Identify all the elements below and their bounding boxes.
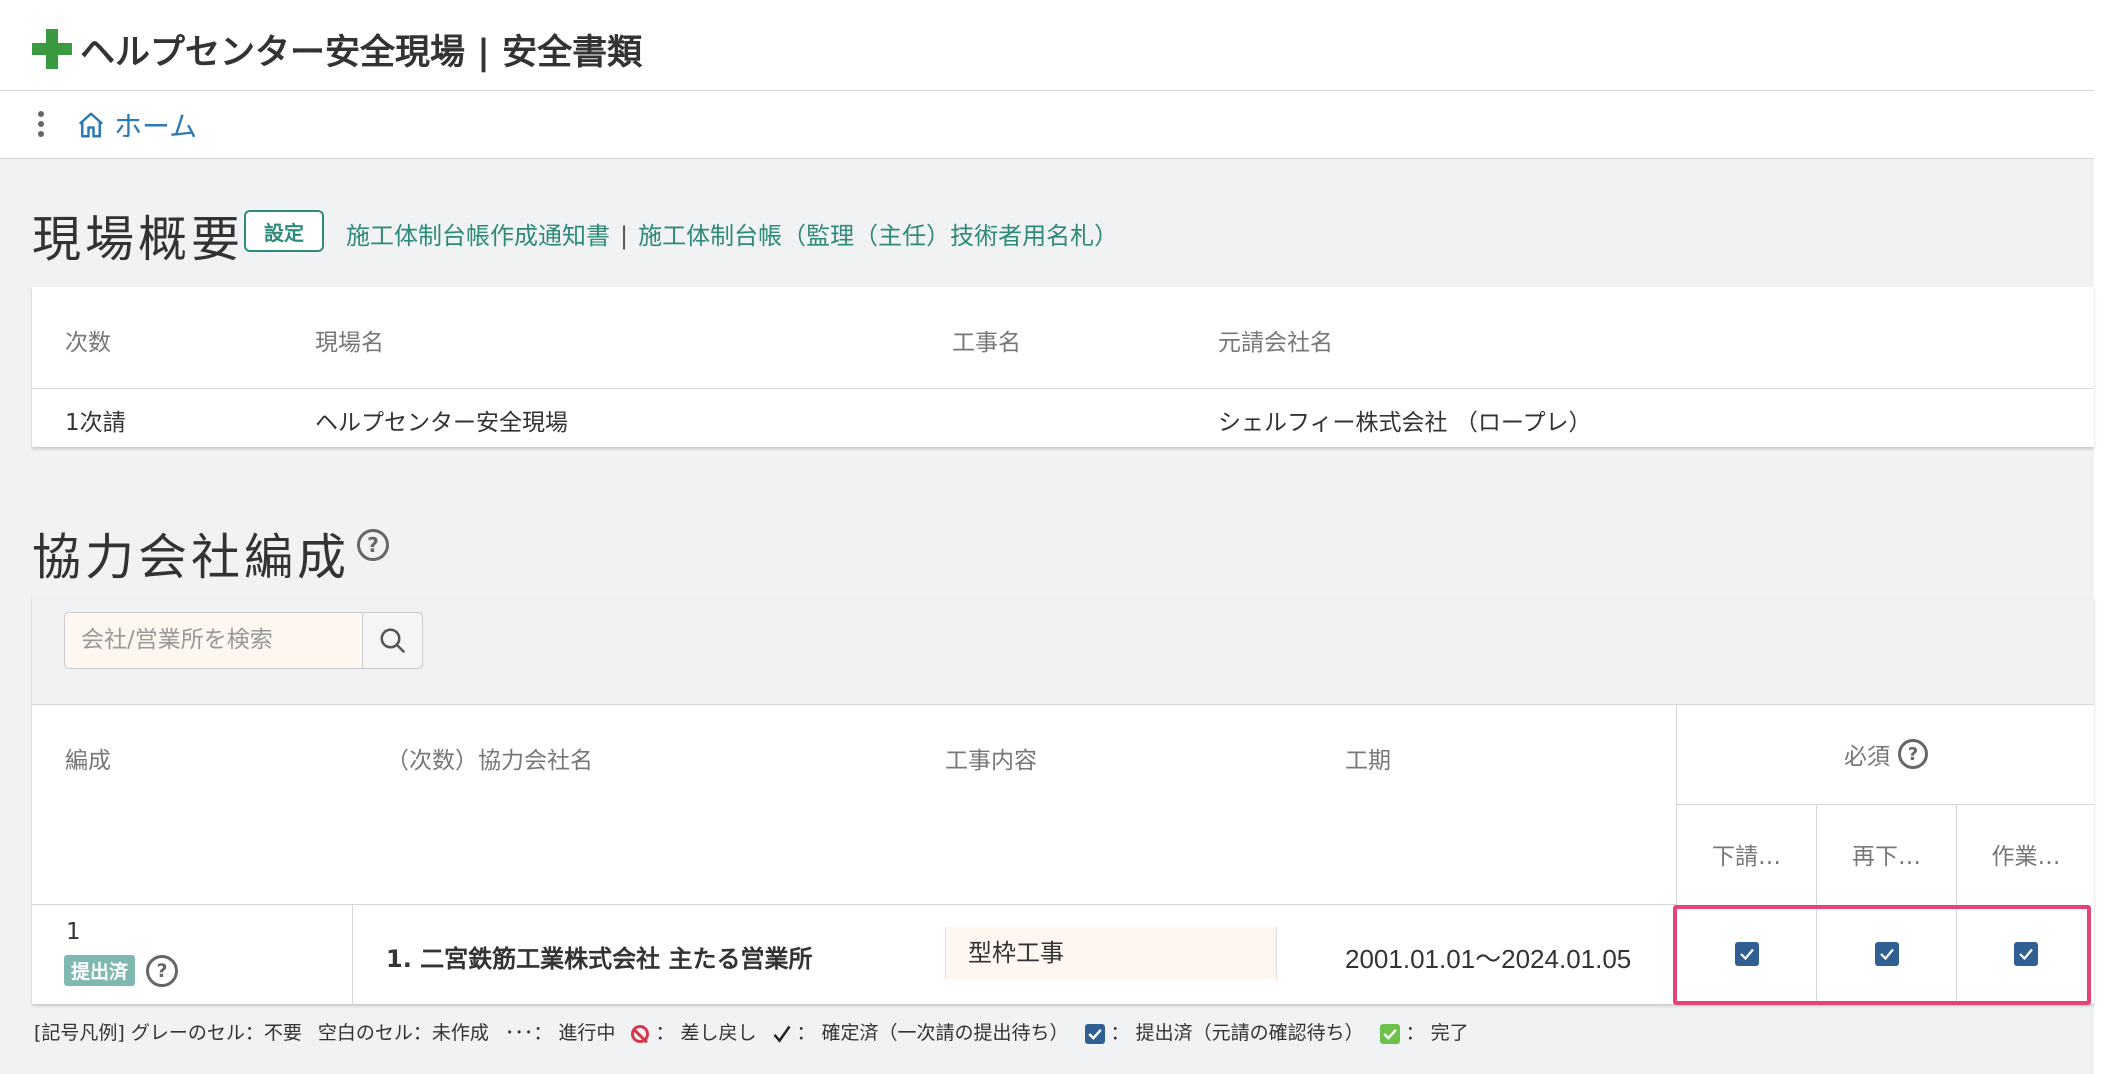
home-label: ホーム	[114, 110, 198, 143]
required-label: 必須	[1844, 744, 1890, 770]
notification-doc-link[interactable]: 施工体制台帳作成通知書	[346, 222, 610, 250]
header-site-name: 現場名	[315, 330, 384, 356]
check-mark-icon	[774, 1025, 792, 1043]
help-icon[interactable]: ?	[357, 529, 389, 561]
cell-site-name: ヘルプセンター安全現場	[315, 410, 568, 436]
settings-button[interactable]: 設定	[244, 210, 324, 252]
scrollbar-track[interactable]	[2094, 0, 2104, 1074]
cell-prime-contractor: シェルフィー株式会社 （ロープレ）	[1218, 410, 1592, 436]
header-order: 次数	[65, 330, 111, 356]
header-formation: 編成	[65, 748, 111, 774]
partners-title: 協力会社編成	[32, 529, 351, 586]
company-search-input[interactable]: 会社/営業所を検索	[64, 612, 362, 669]
header-period: 工期	[1345, 748, 1391, 774]
home-link[interactable]: ホーム	[76, 105, 197, 145]
legend-rejected: ： 差し戻し	[631, 1018, 756, 1045]
header-company: （次数）協力会社名	[386, 748, 593, 774]
rejected-icon	[631, 1024, 650, 1043]
legend-prefix: [記号凡例] グレーのセル：不要	[34, 1022, 302, 1044]
document-links: 施工体制台帳作成通知書 | 施工体制台帳（監理（主任）技術者用名札）	[346, 216, 1118, 251]
app-title: ヘルプセンター安全現場 | 安全書類	[80, 33, 643, 73]
row-number: 1	[66, 919, 81, 945]
breadcrumb-bar: ホーム	[0, 91, 2094, 159]
site-overview-title: 現場概要	[32, 211, 245, 268]
required-header: 必須 ?	[1677, 704, 2095, 805]
done-checkbox-icon	[1379, 1023, 1400, 1044]
work-content-field[interactable]: 型枠工事	[945, 927, 1277, 979]
legend-submitted: ： 提出済（元請の確認待ち）	[1084, 1018, 1364, 1045]
search-bar: 会社/営業所を検索	[32, 596, 2094, 705]
required-help-icon[interactable]: ?	[1898, 739, 1928, 769]
home-icon	[78, 112, 104, 138]
legend-rejected-text: ： 差し戻し	[655, 1022, 757, 1044]
status-badge: 提出済	[64, 955, 136, 986]
column-divider	[352, 905, 353, 1005]
legend-submitted-text: ： 提出済（元請の確認待ち）	[1110, 1022, 1364, 1044]
legend-confirmed: ： 確定済（一次請の提出待ち）	[772, 1018, 1069, 1045]
site-overview-table: 次数 現場名 工事名 元請会社名 1次請 ヘルプセンター安全現場 シェルフィー株…	[32, 287, 2094, 447]
header-worker-doc[interactable]: 作業…	[1957, 804, 2095, 904]
legend-blank: 空白のセル：未作成	[317, 1022, 489, 1044]
search-button[interactable]	[362, 612, 423, 669]
legend-confirmed-text: ： 確定済（一次請の提出待ち）	[796, 1022, 1069, 1044]
link-separator: |	[620, 222, 629, 250]
search-icon	[380, 628, 405, 653]
header-construction-name: 工事名	[952, 330, 1021, 356]
legend: [記号凡例] グレーのセル：不要 空白のセル：未作成 ･･･： 進行中 ： 差し…	[34, 1018, 1485, 1045]
legend-done-text: ： 完了	[1405, 1022, 1469, 1044]
name-tag-doc-link[interactable]: 施工体制台帳（監理（主任）技術者用名札）	[638, 222, 1118, 250]
header-work: 工事内容	[945, 748, 1037, 774]
submitted-checkbox-icon	[1084, 1023, 1105, 1044]
legend-in-progress: ･･･： 進行中	[504, 1022, 616, 1044]
construction-period: 2001.01.01〜2024.01.05	[1345, 944, 1632, 974]
header-prime-contractor: 元請会社名	[1218, 330, 1333, 356]
status-help-icon[interactable]: ?	[146, 955, 178, 987]
more-menu-icon[interactable]	[38, 111, 46, 139]
highlight-box	[1673, 905, 2091, 1005]
company-name-link[interactable]: 1. 二宮鉄筋工業株式会社 主たる営業所	[386, 939, 813, 974]
header-subcontract-doc[interactable]: 下請…	[1677, 804, 1817, 904]
logo-icon	[32, 29, 72, 69]
table-row: 1 提出済 ? 1. 二宮鉄筋工業株式会社 主たる営業所 型枠工事 2001.0…	[32, 904, 1676, 1005]
cell-order: 1次請	[65, 410, 126, 436]
app-header: ヘルプセンター安全現場 | 安全書類	[0, 0, 2094, 91]
header-resubcontract-doc[interactable]: 再下…	[1817, 804, 1957, 904]
legend-done: ： 完了	[1379, 1018, 1469, 1045]
